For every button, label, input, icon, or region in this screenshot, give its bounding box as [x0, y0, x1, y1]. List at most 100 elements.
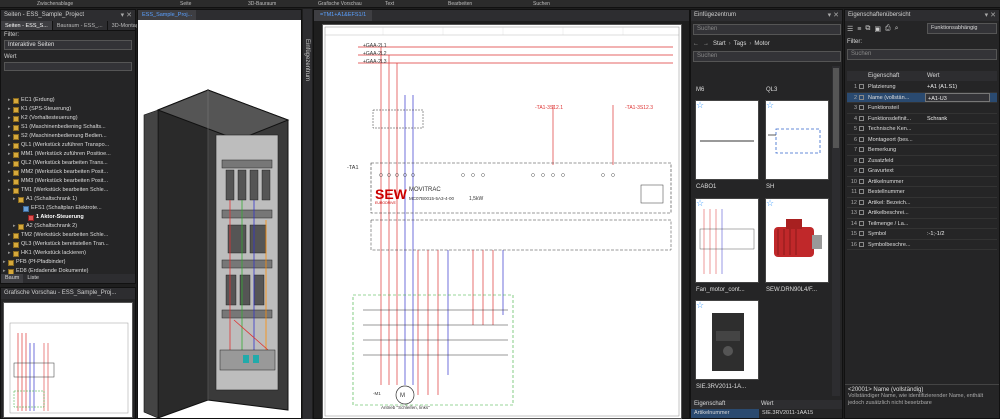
item-caption-fan-motor[interactable]: Fan_motor_cont...	[693, 285, 759, 296]
property-value[interactable]	[925, 187, 990, 197]
list-view-icon[interactable]: ☰	[847, 25, 853, 33]
filter-select[interactable]: Interaktive Seiten	[4, 40, 132, 50]
item-caption-m6[interactable]: M6	[693, 85, 759, 96]
property-row[interactable]: 7 Bemerkung	[847, 145, 997, 156]
favorite-star-icon[interactable]: ☆	[766, 199, 774, 208]
einfuegezentrum-side-tab[interactable]: Einfügezentrum	[303, 9, 312, 419]
tree-item[interactable]: ▸ TM2 (Werkstück bearbeiten Schle...	[3, 231, 133, 240]
tree-item[interactable]: ▸ A1 (Schaltschrank 1)	[3, 195, 133, 204]
property-row[interactable]: 15 Symbol:-1;-1/2	[847, 229, 997, 240]
property-value[interactable]	[925, 219, 990, 229]
breadcrumb-tags[interactable]: Tags	[734, 41, 747, 47]
item-thumb-fan-motor[interactable]	[695, 198, 759, 283]
item-caption-sie[interactable]: SIE.3RV2011-1A...	[693, 382, 759, 393]
property-row[interactable]: 16 Symbolbeschre...	[847, 240, 997, 250]
favorite-star-icon[interactable]: ☆	[696, 101, 704, 110]
tree-item[interactable]: ▸ PFB (Pf-Pfadbinder)	[3, 258, 133, 267]
tree-item[interactable]: ▸ MM1 (Werkstück zuführen Positioe...	[3, 150, 133, 159]
property-value[interactable]	[925, 198, 990, 208]
copy-icon[interactable]: ⧉	[865, 25, 870, 33]
item-caption-sh[interactable]: SH	[763, 182, 829, 193]
item-thumb-sew-motor[interactable]	[765, 198, 829, 283]
tree-item[interactable]: ▸ K1 (SPS-Steuerung)	[3, 105, 133, 114]
panel-pin-icon[interactable]: ▾ ✕	[121, 11, 132, 19]
property-value[interactable]	[925, 166, 990, 176]
properties-close-icon[interactable]: ▾ ✕	[985, 11, 996, 19]
tab-baum[interactable]: Baum	[1, 274, 24, 283]
property-row[interactable]: 12 Artikel: Bezeich...	[847, 198, 997, 208]
tree-item[interactable]: ▸ S2 (Maschinenbedienung Bedien...	[3, 132, 133, 141]
property-row[interactable]: 11 Bestellnummer	[847, 187, 997, 198]
item-caption-sew[interactable]: SEW.DRN90L4/F...	[763, 285, 829, 296]
scrollbar-thumb[interactable]	[833, 68, 839, 148]
property-value[interactable]	[925, 240, 990, 250]
property-value[interactable]	[925, 145, 990, 155]
tree-item[interactable]: ▸ QL2 (Werkstück bearbeiten Trans...	[3, 159, 133, 168]
tree-item[interactable]: ▸ HK1 (Werkstück lackieren)	[3, 249, 133, 258]
insertion-close-icon[interactable]: ▾ ✕	[828, 11, 839, 19]
property-value[interactable]	[925, 156, 990, 166]
property-value[interactable]	[925, 208, 990, 218]
favorite-star-icon[interactable]: ☆	[696, 301, 704, 310]
tree-item[interactable]: ▸ K2 (Vorhaltesteuerung)	[3, 114, 133, 123]
paste-icon[interactable]: ▣	[874, 25, 881, 33]
favorite-star-icon[interactable]: ☆	[696, 199, 704, 208]
tree-item[interactable]: ▸ A2 (Schaltschrank 2)	[3, 222, 133, 231]
item-thumb-contactor[interactable]	[695, 300, 759, 380]
insertion-prop-label[interactable]: Artikelnummer	[691, 409, 759, 418]
property-value[interactable]: +A1-U3	[925, 92, 990, 102]
tab-seiten[interactable]: Seiten - ESS_S...	[1, 21, 53, 30]
tree-item[interactable]: 1 Aktor-Steuerung	[3, 213, 133, 222]
wert-input[interactable]	[4, 62, 132, 71]
item-thumb-cabo1[interactable]	[695, 100, 759, 180]
schematic-sheet[interactable]: M +GAA-2L1 +GAA-2L2 +GAA-2L3 -TA1-3S12.1…	[322, 24, 682, 419]
favorite-star-icon[interactable]: ☆	[766, 101, 774, 110]
property-row[interactable]: 13 Artikelbeschrei...	[847, 208, 997, 219]
property-value[interactable]	[925, 135, 990, 145]
insertion-prop-value[interactable]: SIE.3RV2011-1AA15	[759, 409, 813, 418]
property-value[interactable]	[925, 177, 990, 187]
insertion-search-input[interactable]: Suchen	[693, 24, 841, 35]
sort-icon[interactable]: ≡	[857, 26, 861, 33]
tree-item[interactable]: ▸ MM2 (Werkstück bearbeiten Posit...	[3, 168, 133, 177]
tree-item[interactable]: ▸ QL1 (Werkstück zuführen Transpo...	[3, 141, 133, 150]
tab-liste[interactable]: Liste	[23, 274, 43, 283]
property-value[interactable]: +A1 (A1.S1)	[925, 82, 990, 92]
breadcrumb-motor[interactable]: Motor	[754, 41, 769, 47]
property-row[interactable]: 4 Funktionsdefinit... Schrank	[847, 114, 997, 124]
item-thumb-sh[interactable]	[765, 100, 829, 180]
search-icon[interactable]: ⌕	[895, 25, 899, 33]
property-value[interactable]	[925, 103, 990, 113]
property-row[interactable]: 3 Funktionsteil	[847, 103, 997, 114]
schematic-tab[interactable]: =TM1+A1&EFS1/1	[314, 10, 373, 21]
insertion-filter-input[interactable]: Suchen	[693, 51, 841, 62]
insertion-scrollbar[interactable]	[832, 66, 840, 396]
forward-arrow-icon[interactable]: →	[703, 41, 709, 47]
property-row[interactable]: 10 Artikelnummer	[847, 177, 997, 187]
tab-bauraum[interactable]: Bauraum - ESS_...	[53, 21, 108, 30]
property-row[interactable]: 14 Teilmenge / La...	[847, 219, 997, 229]
properties-search-input[interactable]: Suchen	[847, 49, 997, 60]
property-row[interactable]: 2 Name (vollstän... +A1-U3	[847, 92, 997, 103]
cabinet-3d-view[interactable]: ESS_Sample_Proj...	[137, 9, 302, 419]
print-icon[interactable]: ⎙	[885, 25, 891, 33]
breadcrumb-start[interactable]: Start	[713, 41, 726, 47]
item-caption-ql3[interactable]: QL3	[763, 85, 829, 96]
item-caption-cabo1[interactable]: CABO1	[693, 182, 759, 193]
property-row[interactable]: 1 Platzierung +A1 (A1.S1)	[847, 82, 997, 93]
tree-item[interactable]: EFS1 (Schaltplan Elektrote...	[3, 204, 133, 213]
property-value[interactable]: :-1;-1/2	[925, 229, 990, 239]
tree-item[interactable]: ▸ QL3 (Werkstück bereitstellen Tran...	[3, 240, 133, 249]
property-row[interactable]: 8 Zusatzfeld	[847, 156, 997, 166]
tree-item[interactable]: ▸ S1 (Maschinenbediening Schalts...	[3, 123, 133, 132]
property-row[interactable]: 6 Montageort (bes...	[847, 135, 997, 145]
property-value[interactable]: Schrank	[925, 114, 990, 124]
tree-item[interactable]: ▸ MM3 (Werkstück bearbeiten Posit...	[3, 177, 133, 186]
property-value[interactable]	[925, 124, 990, 134]
back-arrow-icon[interactable]: ←	[693, 41, 699, 47]
cabinet-tab[interactable]: ESS_Sample_Proj...	[138, 10, 197, 20]
tree-item[interactable]: ▸ EC1 (Erdung)	[3, 96, 133, 105]
property-row[interactable]: 5 Technische Ken...	[847, 124, 997, 135]
property-row[interactable]: 9 Gravurtext	[847, 166, 997, 177]
tree-item[interactable]: ▸ TM1 (Werkstück bearbeiten Schle...	[3, 186, 133, 195]
